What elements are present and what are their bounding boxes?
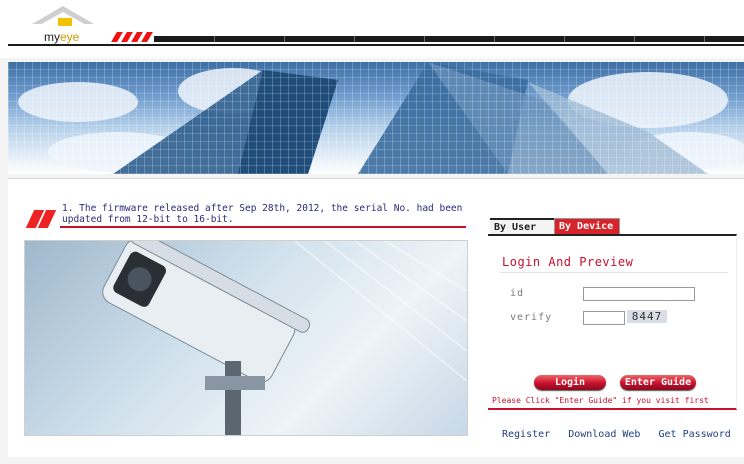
slash-decoration: [110, 32, 156, 42]
notice-arrow-icon: [22, 210, 57, 228]
enter-guide-button[interactable]: Enter Guide: [620, 375, 696, 390]
login-button[interactable]: Login: [534, 375, 606, 390]
get-password-link[interactable]: Get Password: [658, 429, 730, 440]
city-banner-image: [8, 62, 744, 174]
camera-image: [24, 240, 468, 436]
myeye-logo[interactable]: myeye: [32, 6, 94, 44]
verify-label: verify: [510, 312, 553, 323]
id-label: id: [510, 288, 525, 299]
notice-underline: [60, 226, 466, 228]
guide-hint: Please Click "Enter Guide" if you visit …: [492, 396, 709, 405]
footer-links: Register Download Web Get Password: [502, 429, 743, 440]
header: myeye: [0, 0, 744, 58]
header-underline: [8, 44, 744, 46]
login-title: Login And Preview: [502, 255, 634, 269]
id-input[interactable]: [583, 287, 695, 301]
firmware-notice: 1. The firmware released after Sep 28th,…: [62, 203, 463, 225]
download-web-link[interactable]: Download Web: [568, 429, 640, 440]
captcha-image[interactable]: 8447: [627, 310, 667, 323]
verify-input[interactable]: [583, 311, 625, 325]
register-link[interactable]: Register: [502, 429, 550, 440]
